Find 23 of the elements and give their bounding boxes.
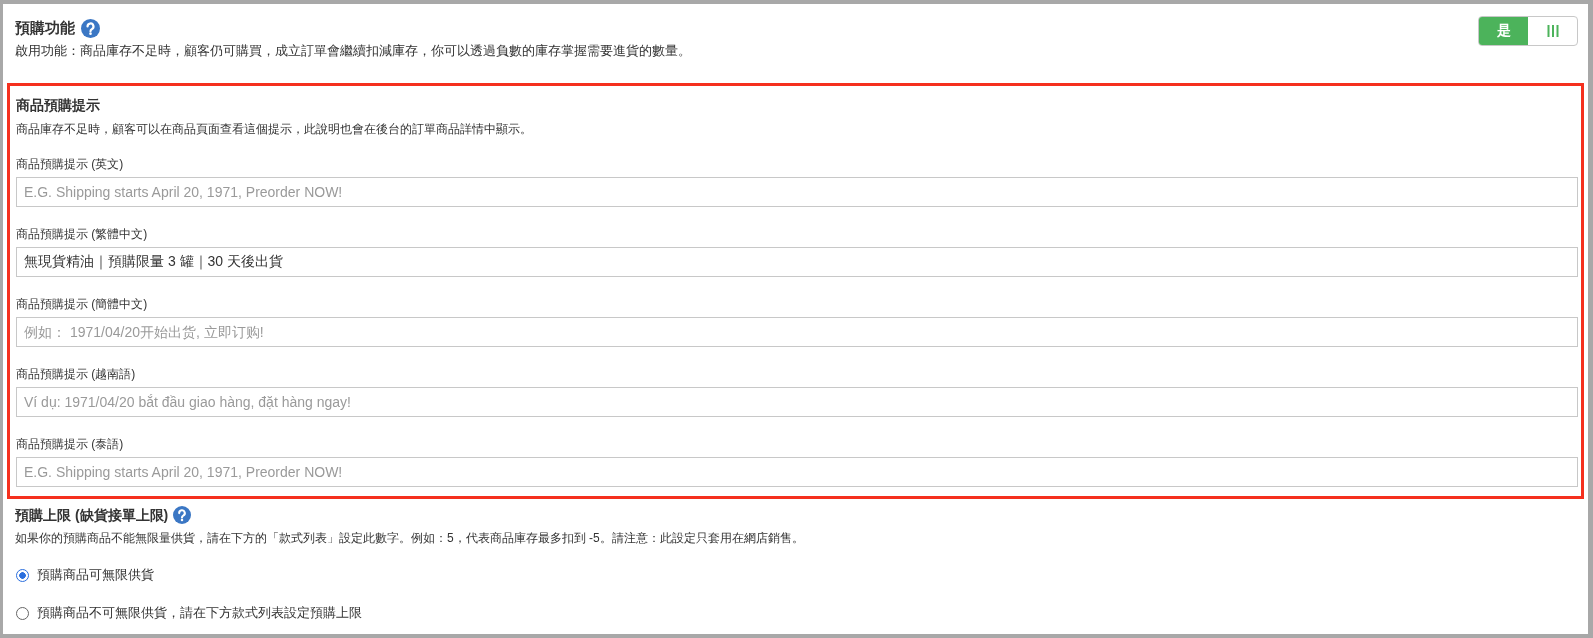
bars-icon — [1546, 25, 1559, 37]
field-label: 商品預購提示 (泰語) — [16, 436, 124, 453]
text-input[interactable]: Ví dụ: 1971/04/20 bắt đầu giao hàng, đặt hàng ngay! — [16, 387, 1578, 417]
text-input[interactable]: E.G. Shipping starts April 20, 1971, Preorder NOW! — [16, 457, 1578, 487]
radio-button[interactable] — [16, 606, 29, 620]
radio-button[interactable] — [16, 568, 29, 582]
text-input[interactable]: 無現貨精油｜預購限量 3 罐｜30 天後出貨 — [16, 247, 1578, 277]
help-icon[interactable] — [81, 18, 100, 38]
section-title: 預購功能 — [15, 18, 75, 38]
field-label: 商品預購提示 (簡體中文) — [16, 296, 148, 313]
section-description: 如果你的預購商品不能無限量供貨，請在下方的「款式列表」設定此數字。例如：5，代表商品庫存最多扣到 -5。請注意：此設定只套用在網店銷售。 — [15, 530, 805, 547]
section-title: 預購上限 (缺貨接單上限) — [15, 506, 169, 525]
field-label: 商品預購提示 (繁體中文) — [16, 226, 148, 243]
field-label: 商品預購提示 (越南語) — [16, 366, 136, 383]
subsection-description: 商品庫存不足時，顧客可以在商品頁面查看這個提示，此說明也會在後台的訂單商品詳情中顯示。 — [16, 121, 533, 138]
radio-label[interactable]: 預購商品可無限供貨 — [37, 565, 154, 585]
section-description: 啟用功能：商品庫存不足時，顧客仍可購買，成立訂單會繼續扣減庫存，你可以透過負數的庫存掌握需要進貨的數量。 — [15, 42, 691, 60]
text-input[interactable]: 例如： 1971/04/20开始出货, 立即订购! — [16, 317, 1578, 347]
subsection-title: 商品預購提示 — [16, 96, 101, 115]
help-icon[interactable] — [173, 506, 192, 524]
text-input[interactable]: E.G. Shipping starts April 20, 1971, Preorder NOW! — [16, 177, 1578, 207]
radio-label[interactable]: 預購商品不可無限供貨，請在下方款式列表設定預購上限 — [37, 603, 362, 623]
field-label: 商品預購提示 (英文) — [16, 156, 124, 173]
